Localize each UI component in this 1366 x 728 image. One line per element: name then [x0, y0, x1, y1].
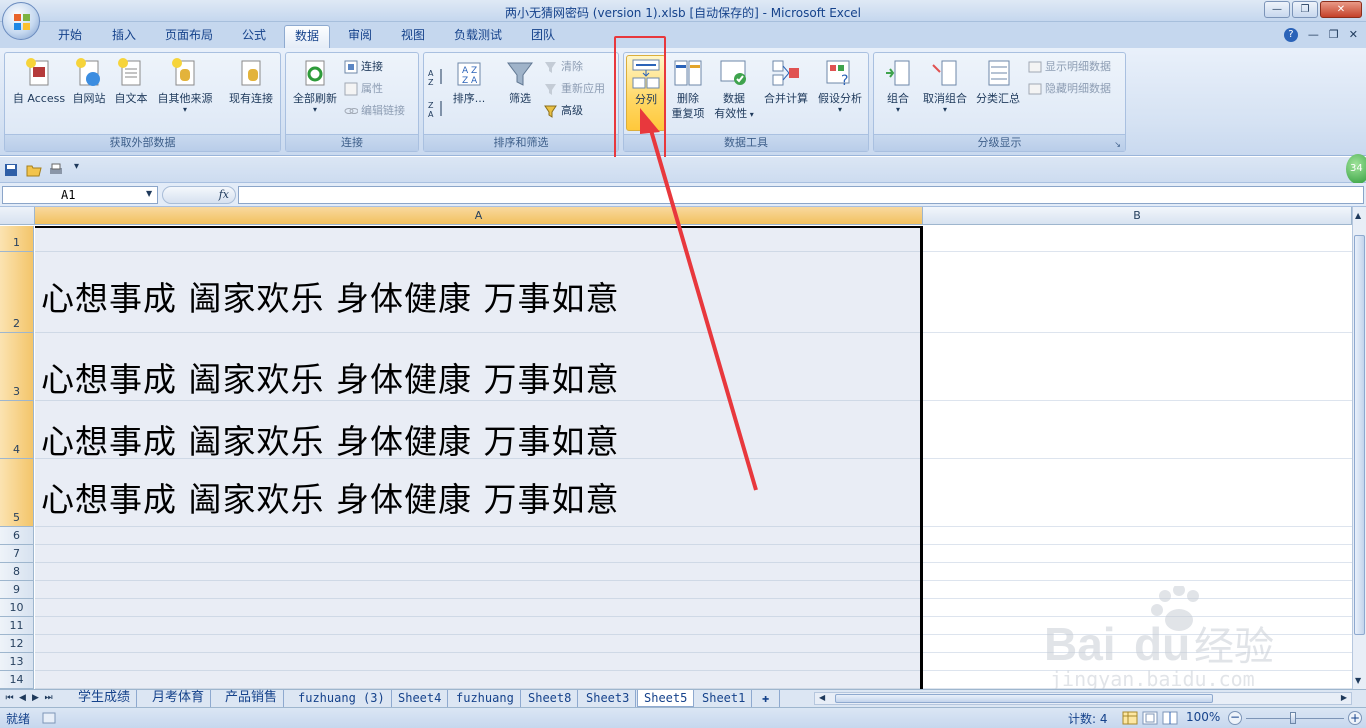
zoom-in-icon[interactable]: +: [1348, 711, 1362, 725]
sheet-tab[interactable]: 学生成绩: [72, 690, 138, 707]
sheet-tab[interactable]: fuzhuang: [450, 690, 521, 707]
sheet-tab[interactable]: Sheet8: [522, 690, 579, 707]
page-layout-view-icon[interactable]: [1142, 711, 1158, 725]
sheet-tab[interactable]: fuzhuang (3): [292, 690, 392, 707]
sheet-tab[interactable]: 月考体育: [146, 690, 212, 707]
normal-view-icon[interactable]: [1122, 711, 1138, 725]
annotation-arrow: [640, 108, 758, 491]
horizontal-scroll-thumb[interactable]: [835, 694, 1213, 703]
next-sheet-icon[interactable]: ▶: [30, 692, 41, 705]
first-sheet-icon[interactable]: ⏮: [4, 692, 15, 705]
zoom-slider-thumb[interactable]: [1290, 712, 1296, 724]
sheet-tab[interactable]: 产品销售: [219, 690, 285, 707]
zoom-out-icon[interactable]: −: [1228, 711, 1242, 725]
office-logo-icon: [14, 14, 30, 30]
prev-sheet-icon[interactable]: ◀: [17, 692, 28, 705]
status-bar: 就绪 计数: 4 100% − +: [0, 707, 1366, 728]
insert-sheet-icon[interactable]: ✚: [756, 690, 780, 707]
scroll-right-icon[interactable]: ▶: [1341, 693, 1347, 702]
zoom-level[interactable]: 100%: [1186, 710, 1220, 724]
status-count: 计数: 4: [1068, 712, 1108, 726]
last-sheet-icon[interactable]: ⏭: [43, 692, 54, 705]
horizontal-scrollbar[interactable]: ◀ ▶: [814, 692, 1352, 705]
macro-record-icon[interactable]: [42, 712, 56, 724]
sheet-tab[interactable]: Sheet4: [392, 690, 449, 707]
sheet-tab[interactable]: Sheet3: [580, 690, 637, 707]
sheet-tabs-bar: ⏮ ◀ ▶ ⏭ 学生成绩 月考体育 产品销售 fuzhuang (3) Shee…: [0, 689, 1366, 707]
sheet-tab-active[interactable]: Sheet5: [637, 690, 695, 707]
sheet-tab[interactable]: Sheet1: [696, 690, 753, 707]
scroll-left-icon[interactable]: ◀: [819, 693, 825, 702]
page-break-view-icon[interactable]: [1162, 711, 1178, 725]
status-ready: 就绪: [6, 712, 31, 726]
office-button[interactable]: [2, 2, 40, 40]
